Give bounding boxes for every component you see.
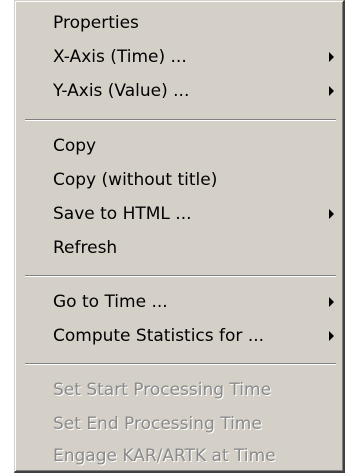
menu-item-copy-without-title[interactable]: Copy (without title) bbox=[15, 163, 344, 197]
chevron-right-icon bbox=[329, 331, 334, 341]
menu-item-label: Refresh bbox=[53, 238, 118, 258]
menu-item-label: X-Axis (Time) ... bbox=[53, 47, 187, 67]
chevron-right-icon bbox=[329, 297, 334, 307]
menu-separator bbox=[25, 363, 336, 365]
menu-item-set-start-processing-time: Set Start Processing Time bbox=[15, 373, 344, 407]
menu-item-label: Go to Time ... bbox=[53, 292, 168, 312]
context-menu-frame: Properties X-Axis (Time) ... Y-Axis (Val… bbox=[0, 0, 345, 473]
menu-item-label: Save to HTML ... bbox=[53, 204, 192, 224]
chevron-right-icon bbox=[329, 86, 334, 96]
menu-item-x-axis[interactable]: X-Axis (Time) ... bbox=[15, 40, 344, 74]
chevron-right-icon bbox=[329, 52, 334, 62]
menu-item-copy[interactable]: Copy bbox=[15, 129, 344, 163]
menu-item-label: Copy (without title) bbox=[53, 170, 218, 190]
menu-item-label: Y-Axis (Value) ... bbox=[53, 81, 190, 101]
menu-item-compute-statistics[interactable]: Compute Statistics for ... bbox=[15, 319, 344, 353]
menu-item-label: Set End Processing Time bbox=[53, 414, 262, 434]
menu-separator bbox=[25, 275, 336, 277]
chevron-right-icon bbox=[329, 209, 334, 219]
menu-item-label: Properties bbox=[53, 13, 139, 33]
menu-item-label: Copy bbox=[53, 136, 97, 156]
menu-item-set-end-processing-time: Set End Processing Time bbox=[15, 407, 344, 441]
menu-item-y-axis[interactable]: Y-Axis (Value) ... bbox=[15, 74, 344, 108]
menu-item-engage-kar-artk: Engage KAR/ARTK at Time bbox=[15, 439, 344, 473]
menu-item-label: Set Start Processing Time bbox=[53, 380, 272, 400]
context-menu: Properties X-Axis (Time) ... Y-Axis (Val… bbox=[14, 0, 345, 473]
menu-item-go-to-time[interactable]: Go to Time ... bbox=[15, 285, 344, 319]
menu-item-refresh[interactable]: Refresh bbox=[15, 231, 344, 265]
menu-item-label: Engage KAR/ARTK at Time bbox=[53, 446, 276, 466]
left-gutter bbox=[0, 0, 14, 473]
menu-separator bbox=[25, 119, 336, 121]
menu-item-properties[interactable]: Properties bbox=[15, 6, 344, 40]
menu-item-save-to-html[interactable]: Save to HTML ... bbox=[15, 197, 344, 231]
menu-item-label: Compute Statistics for ... bbox=[53, 326, 265, 346]
